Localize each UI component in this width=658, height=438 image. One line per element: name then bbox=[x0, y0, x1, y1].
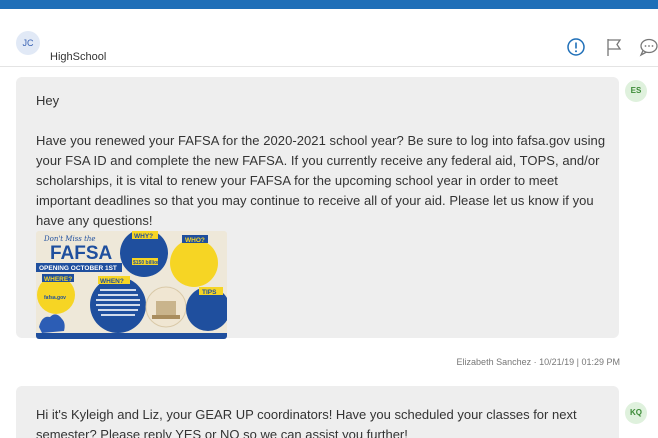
flyer-opening-text: OPENING OCTOBER 1ST bbox=[39, 265, 117, 272]
conversation-window: JC HighSchool Hey Have you renewed your … bbox=[0, 9, 658, 438]
sender-avatar[interactable]: KQ bbox=[625, 402, 647, 424]
flyer-title-top: Don't Miss the bbox=[43, 235, 96, 243]
message-thread[interactable]: Hey Have you renewed your FAFSA for the … bbox=[0, 67, 658, 438]
flyer-when-label: WHEN? bbox=[100, 278, 124, 285]
sender-avatar[interactable]: ES bbox=[625, 80, 647, 102]
message-meta: Elizabeth Sanchez · 10/21/19 | 01:29 PM bbox=[456, 357, 620, 367]
flyer-who-label: WHO? bbox=[185, 237, 205, 244]
contact-avatar[interactable]: JC bbox=[16, 31, 40, 55]
contact-name: HighSchool bbox=[50, 51, 107, 63]
conversation-header: JC HighSchool bbox=[0, 9, 658, 67]
flyer-tips-label: TIPS bbox=[202, 289, 217, 296]
flag-icon[interactable] bbox=[603, 36, 625, 58]
fafsa-flyer-image[interactable]: OPENING OCTOBER 1ST Don't Miss the FAFSA… bbox=[36, 231, 227, 339]
message-text: Have you renewed your FAFSA for the 2020… bbox=[36, 133, 606, 228]
message-bubble: Hi it's Kyleigh and Liz, your GEAR UP co… bbox=[16, 386, 619, 438]
flyer-amount: $150 billion bbox=[133, 260, 160, 266]
message-greeting: Hey bbox=[36, 93, 60, 108]
comment-icon[interactable] bbox=[637, 36, 658, 58]
message-bubble: Hey Have you renewed your FAFSA for the … bbox=[16, 77, 619, 339]
info-alert-icon[interactable] bbox=[565, 36, 587, 58]
flyer-why-label: WHY? bbox=[134, 233, 153, 240]
flyer-where-label: WHERE? bbox=[44, 276, 72, 283]
message-text: Hi it's Kyleigh and Liz, your GEAR UP co… bbox=[36, 407, 577, 438]
top-accent-bar bbox=[0, 0, 658, 9]
flyer-site: fafsa.gov bbox=[44, 295, 66, 301]
flyer-title: FAFSA bbox=[50, 243, 113, 264]
